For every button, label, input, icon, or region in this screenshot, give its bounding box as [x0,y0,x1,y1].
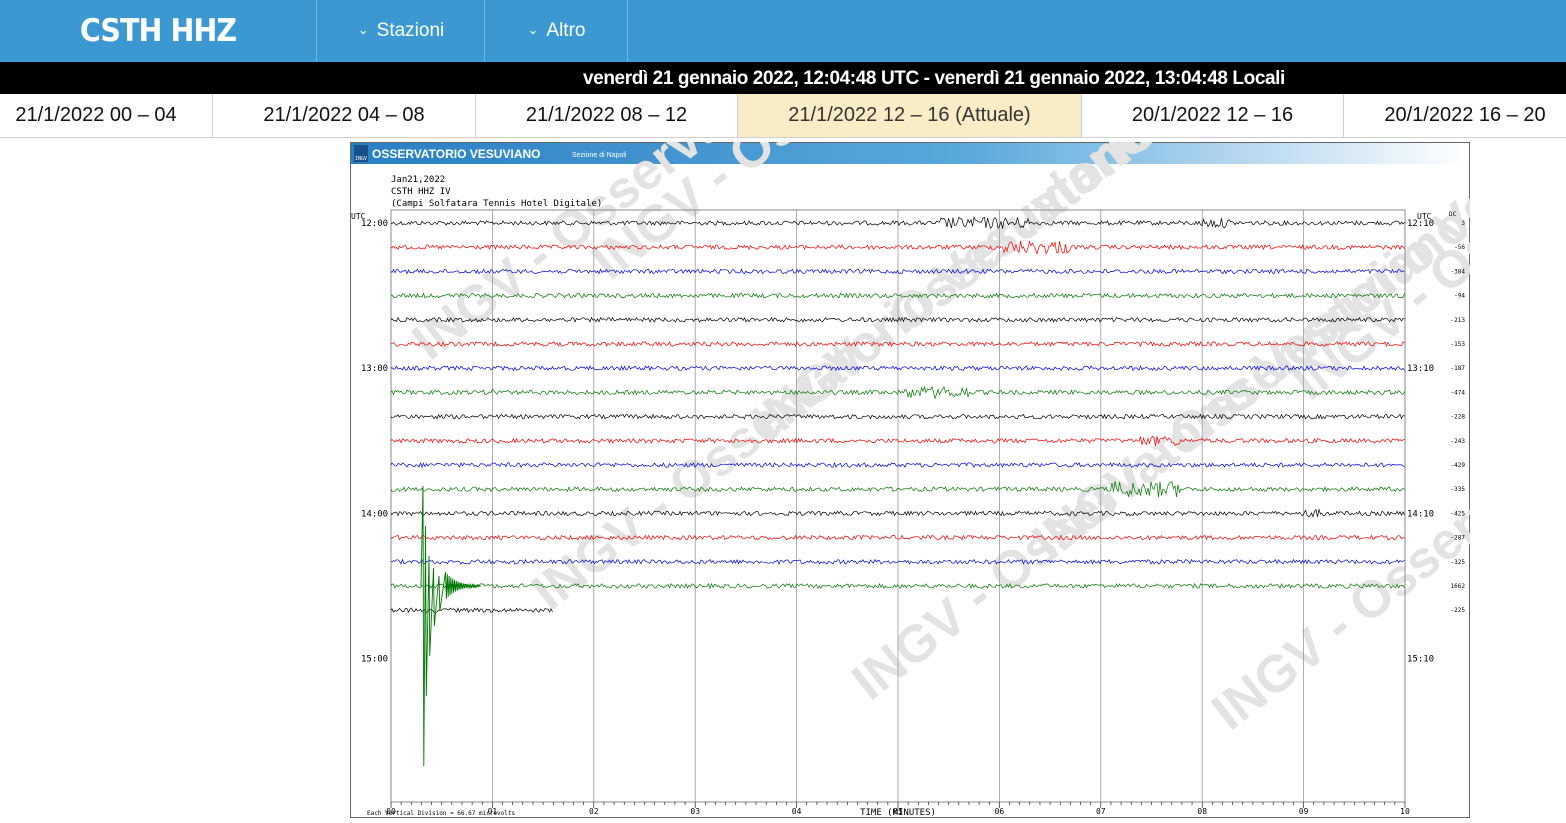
dc-value: -213 [1451,317,1466,324]
range-tab-2[interactable]: 21/1/2022 08 – 12 [476,94,738,137]
x-axis-label: TIME (MINUTES) [860,808,936,818]
dc-value: -228 [1451,414,1466,421]
menu-stazioni-label: Stazioni [376,20,445,41]
menu-altro-label: Altro [546,20,586,41]
x-tick-label: 09 [1299,807,1309,816]
seismogram-image: INGV OSSERVATORIO VESUVIANO Sezione di N… [350,0,1566,818]
info-station: CSTH HHZ IV [391,187,451,197]
dc-value: -325 [1451,559,1466,566]
x-tick-label: 07 [1096,807,1106,816]
x-tick-label: 03 [690,807,700,816]
top-navbar: CSTH HHZ (CFlegrei) ⌄ Stazioni ⌄ Altro [0,0,1566,111]
ingv-logo-text: INGV [355,156,367,162]
dc-value: -153 [1451,341,1466,348]
dc-value: -425 [1451,510,1466,517]
left-time-label: 15:00 [361,655,388,665]
dc-value: -56 [1454,244,1465,251]
dc-label: DC [1449,211,1457,218]
station-title[interactable]: CSTH HHZ (CFlegrei) [13,0,304,111]
x-tick-label: 04 [792,807,802,816]
right-time-label: 14:10 [1407,509,1434,519]
menu-altro[interactable]: ⌄ Altro [484,0,628,62]
right-time-label: 15:10 [1407,655,1434,665]
chevron-down-icon: ⌄ [357,22,369,37]
dc-value: 3 [1461,220,1465,227]
banner-title: OSSERVATORIO VESUVIANO [372,147,540,161]
range-tab-4[interactable]: 20/1/2022 12 – 16 [1082,94,1344,137]
datetime-bar: venerdì 21 gennaio 2022, 12:04:48 UTC - … [0,62,1566,94]
dc-value: -187 [1451,365,1466,372]
time-range-tabs: 21/1/2022 00 – 04 21/1/2022 04 – 08 21/1… [0,94,1566,138]
info-station-name: (Campi Solfatara Tennis Hotel Digitale) [391,199,602,209]
dc-value: 1662 [1451,583,1466,590]
dc-value: -287 [1451,535,1466,542]
datetime-text: venerdì 21 gennaio 2022, 12:04:48 UTC - … [583,68,1285,89]
footer-note: Each Vertical Division = 66.67 microvolt… [367,810,515,817]
dc-value: -429 [1451,462,1466,469]
range-tab-5[interactable]: 20/1/2022 16 – 20 [1344,94,1566,137]
left-time-label: 14:00 [361,509,388,519]
range-tab-current[interactable]: 21/1/2022 12 – 16 (Attuale) [738,94,1082,137]
menu-stazioni[interactable]: ⌄ Stazioni [316,0,485,62]
range-tab-1[interactable]: 21/1/2022 04 – 08 [213,94,476,137]
dc-value: -474 [1451,389,1466,396]
chevron-down-icon: ⌄ [527,22,539,37]
left-time-label: 12:00 [361,219,388,229]
right-time-label: 13:10 [1407,364,1434,374]
left-time-label: 13:00 [361,364,388,374]
info-date: Jan21,2022 [391,175,445,185]
x-tick-label: 06 [995,807,1005,816]
menu-divider [627,0,628,62]
dc-value: -384 [1451,268,1466,275]
dc-value: -94 [1454,293,1465,300]
x-tick-label: 08 [1197,807,1207,816]
dc-value: -243 [1451,438,1466,445]
dc-value: -225 [1451,607,1466,614]
seismogram-svg: INGV OSSERVATORIO VESUVIANO Sezione di N… [350,0,1566,818]
dc-value: -335 [1451,486,1466,493]
x-tick-label: 02 [589,807,599,816]
x-tick-label: 10 [1400,807,1410,816]
right-time-label: 12:10 [1407,219,1434,229]
range-tab-0[interactable]: 21/1/2022 00 – 04 [0,94,213,137]
